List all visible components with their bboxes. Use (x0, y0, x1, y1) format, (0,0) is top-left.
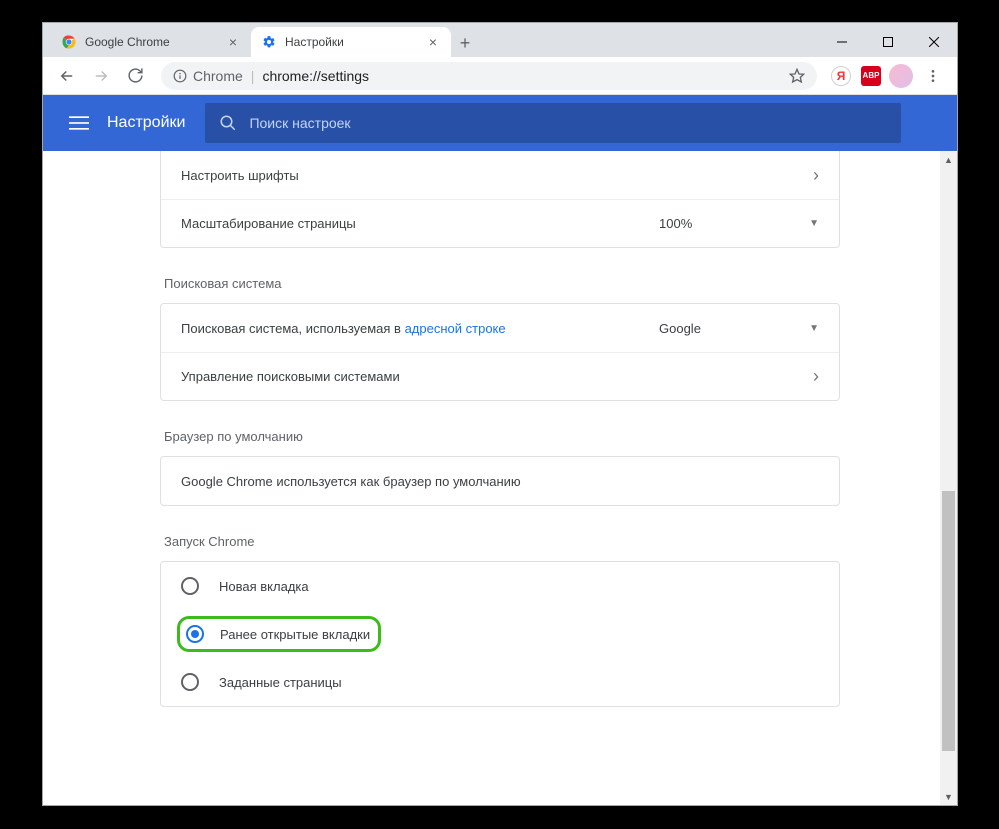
browser-window: Google Chrome × Настройки × + (42, 22, 958, 806)
site-info-icon[interactable]: Chrome (173, 68, 243, 84)
address-bar-link[interactable]: адресной строке (405, 321, 506, 336)
radio-label: Ранее открытые вкладки (220, 627, 370, 642)
tab-settings[interactable]: Настройки × (251, 27, 451, 57)
appearance-card: Настроить шрифты › Масштабирование стран… (160, 151, 840, 248)
page-zoom-dropdown[interactable]: 100% ▼ (659, 216, 819, 231)
search-icon (219, 114, 237, 132)
titlebar: Google Chrome × Настройки × + (43, 23, 957, 57)
scroll-down-icon[interactable]: ▼ (940, 788, 957, 805)
vertical-scrollbar[interactable]: ▲ ▼ (940, 151, 957, 805)
bookmark-star-icon[interactable] (789, 68, 805, 84)
dropdown-value: 100% (659, 216, 692, 231)
section-title-on-startup: Запуск Chrome (164, 534, 840, 549)
row-label: Масштабирование страницы (181, 216, 659, 231)
search-engine-dropdown[interactable]: Google ▼ (659, 321, 819, 336)
scroll-up-icon[interactable]: ▲ (940, 151, 957, 168)
gear-favicon-icon (261, 34, 277, 50)
adblock-extension-icon[interactable]: ABP (857, 62, 885, 90)
section-title-default-browser: Браузер по умолчанию (164, 429, 840, 444)
highlight-annotation: Ранее открытые вкладки (177, 616, 381, 652)
toolbar: Chrome | chrome://settings Я ABP (43, 57, 957, 95)
maximize-button[interactable] (865, 27, 911, 57)
startup-option-new-tab[interactable]: Новая вкладка (161, 562, 839, 610)
settings-title: Настройки (107, 114, 185, 132)
reload-button[interactable] (119, 60, 151, 92)
settings-content: Настроить шрифты › Масштабирование стран… (43, 151, 957, 805)
startup-option-specific-pages[interactable]: Заданные страницы (161, 658, 839, 706)
settings-search-box[interactable] (205, 103, 901, 143)
back-button[interactable] (51, 60, 83, 92)
new-tab-button[interactable]: + (451, 29, 479, 57)
on-startup-card: Новая вкладка Ранее открытые вкладки Зад… (160, 561, 840, 707)
search-engine-card: Поисковая система, используемая в адресн… (160, 303, 840, 401)
tab-close-icon[interactable]: × (225, 34, 241, 50)
browser-menu-button[interactable] (917, 60, 949, 92)
chevron-down-icon: ▼ (809, 218, 819, 229)
row-label: Поисковая система, используемая в адресн… (181, 321, 659, 336)
scheme-label: Chrome (193, 68, 243, 84)
url-text: chrome://settings (262, 68, 369, 84)
row-label: Настроить шрифты (181, 168, 813, 183)
page-zoom-row: Масштабирование страницы 100% ▼ (161, 199, 839, 247)
row-label: Google Chrome используется как браузер п… (181, 474, 819, 489)
profile-avatar[interactable] (887, 62, 915, 90)
address-bar[interactable]: Chrome | chrome://settings (161, 62, 817, 90)
dropdown-value: Google (659, 321, 701, 336)
window-controls (819, 27, 957, 57)
yandex-extension-icon[interactable]: Я (827, 62, 855, 90)
chrome-favicon-icon (61, 34, 77, 50)
settings-search-input[interactable] (249, 115, 887, 131)
customize-fonts-row[interactable]: Настроить шрифты › (161, 151, 839, 199)
radio-icon (181, 577, 199, 595)
chevron-down-icon: ▼ (809, 323, 819, 334)
default-browser-status-row: Google Chrome используется как браузер п… (161, 457, 839, 505)
forward-button[interactable] (85, 60, 117, 92)
manage-search-engines-row[interactable]: Управление поисковыми системами › (161, 352, 839, 400)
radio-label: Заданные страницы (219, 675, 342, 690)
chevron-right-icon: › (813, 165, 819, 186)
tab-title: Настройки (285, 35, 425, 49)
chevron-right-icon: › (813, 366, 819, 387)
startup-option-continue[interactable]: Ранее открытые вкладки (161, 610, 839, 658)
radio-icon (181, 673, 199, 691)
tab-google-chrome[interactable]: Google Chrome × (51, 27, 251, 57)
row-label: Управление поисковыми системами (181, 369, 813, 384)
tab-strip: Google Chrome × Настройки × + (43, 23, 819, 57)
tab-close-icon[interactable]: × (425, 34, 441, 50)
scrollbar-thumb[interactable] (942, 491, 955, 751)
hamburger-menu-button[interactable] (59, 103, 99, 143)
separator: | (251, 68, 255, 84)
minimize-button[interactable] (819, 27, 865, 57)
close-window-button[interactable] (911, 27, 957, 57)
default-browser-card: Google Chrome используется как браузер п… (160, 456, 840, 506)
tab-title: Google Chrome (85, 35, 225, 49)
radio-icon (186, 625, 204, 643)
search-engine-row: Поисковая система, используемая в адресн… (161, 304, 839, 352)
settings-header: Настройки (43, 95, 957, 151)
section-title-search-engine: Поисковая система (164, 276, 840, 291)
radio-label: Новая вкладка (219, 579, 309, 594)
